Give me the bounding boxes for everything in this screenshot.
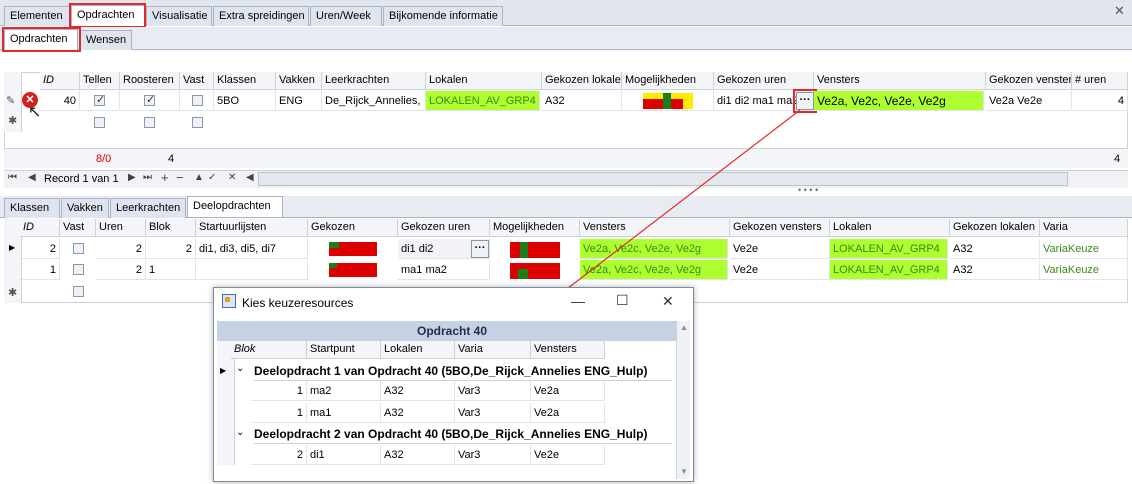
kies-keuzeresources-dialog: Kies keuzeresources — ☐ ✕ Opdracht 40 ▲ … — [213, 287, 694, 482]
dialog-cell-blok[interactable]: 1 — [251, 403, 307, 423]
maximize-icon[interactable]: ☐ — [616, 292, 629, 309]
dialog-title: Kies keuzeresources — [242, 296, 354, 310]
dialog-cell-blok[interactable]: 1 — [251, 381, 307, 401]
dialog-close-icon[interactable]: ✕ — [662, 293, 674, 310]
dialog-app-icon — [222, 294, 236, 308]
group-row[interactable]: Deelopdracht 1 van Opdracht 40 (5BO,De_R… — [254, 361, 672, 381]
dialog-cell-varia[interactable]: Var3 — [455, 445, 531, 465]
dialog-header-varia[interactable]: Varia — [455, 341, 531, 359]
dialog-cell-blok[interactable]: 2 — [251, 445, 307, 465]
dialog-cell-startpunt[interactable]: ma2 — [307, 381, 381, 401]
dialog-cell-startpunt[interactable]: di1 — [307, 445, 381, 465]
dialog-cell-lokalen[interactable]: A32 — [381, 403, 455, 423]
group-row[interactable]: Deelopdracht 2 van Opdracht 40 (5BO,De_R… — [254, 424, 672, 444]
minimize-icon[interactable]: — — [571, 293, 585, 309]
dialog-cell-vensters[interactable]: Ve2e — [531, 445, 605, 465]
dialog-current-row-arrow-icon: ▶ — [220, 366, 227, 375]
dialog-header-vensters[interactable]: Vensters — [531, 341, 605, 359]
dialog-header-startpunt[interactable]: Startpunt — [307, 341, 381, 359]
dialog-cell-startpunt[interactable]: ma1 — [307, 403, 381, 423]
dialog-header-blok[interactable]: Blok — [231, 341, 307, 359]
group-collapse-icon[interactable]: ⌄ — [236, 427, 244, 438]
dialog-band-header: Opdracht 40 — [217, 321, 687, 341]
dialog-vscrollbar[interactable]: ▲ ▼ — [676, 321, 690, 479]
dialog-cell-vensters[interactable]: Ve2a — [531, 403, 605, 423]
dialog-header-lokalen[interactable]: Lokalen — [381, 341, 455, 359]
dialog-indicator-column — [217, 341, 235, 465]
dialog-cell-varia[interactable]: Var3 — [455, 381, 531, 401]
dialog-cell-lokalen[interactable]: A32 — [381, 381, 455, 401]
dialog-cell-vensters[interactable]: Ve2a — [531, 381, 605, 401]
group-collapse-icon[interactable]: ⌄ — [236, 363, 244, 374]
dialog-cell-lokalen[interactable]: A32 — [381, 445, 455, 465]
dialog-cell-varia[interactable]: Var3 — [455, 403, 531, 423]
